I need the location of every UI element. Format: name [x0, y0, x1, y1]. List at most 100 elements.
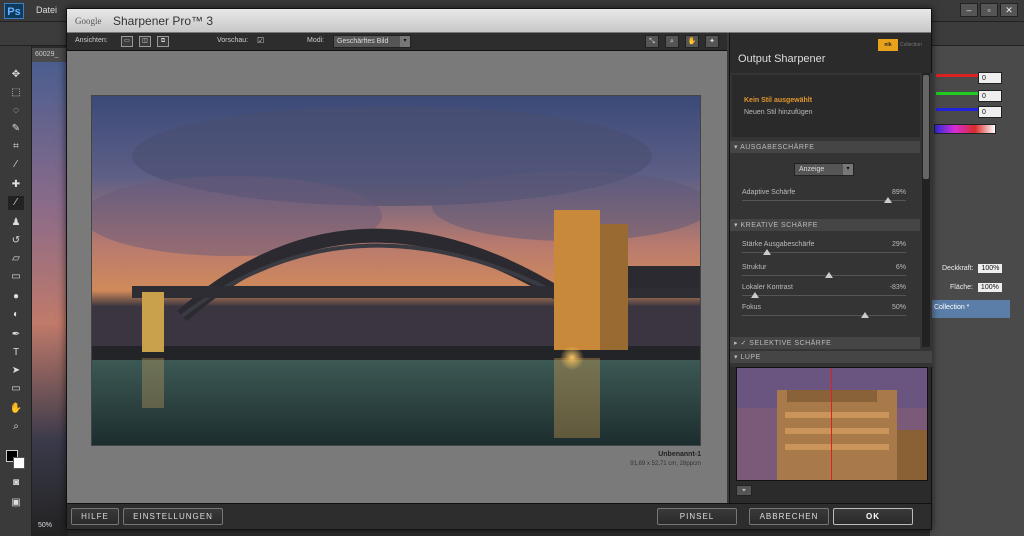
- slider-adaptive-sharpening[interactable]: Adaptive Schärfe 89%: [742, 189, 906, 209]
- gradient-tool-icon[interactable]: ▭: [8, 270, 24, 284]
- brightness-icon[interactable]: ✦: [705, 35, 719, 48]
- cancel-button[interactable]: ABBRECHEN: [749, 508, 829, 525]
- opacity-label: Deckkraft:: [942, 265, 974, 272]
- mode-label: Modi:: [307, 37, 325, 44]
- slider-focus[interactable]: Fokus 50%: [742, 304, 906, 324]
- slider-thumb[interactable]: [883, 197, 892, 203]
- healing-tool-icon[interactable]: ✚: [8, 178, 24, 192]
- marquee-tool-icon[interactable]: ⬚: [8, 86, 24, 100]
- settings-button[interactable]: EINSTELLUNGEN: [123, 508, 223, 525]
- slider-label: Fokus: [742, 304, 762, 311]
- zoom-level: 50%: [38, 522, 53, 529]
- shape-tool-icon[interactable]: ▭: [8, 382, 24, 396]
- section-loupe-label: LUPE: [740, 354, 761, 361]
- close-button[interactable]: ✕: [1000, 3, 1018, 17]
- single-view-icon[interactable]: ▭: [121, 36, 133, 47]
- dialog-title: Sharpener Pro™ 3: [113, 14, 214, 28]
- layer-row[interactable]: Collection *: [930, 300, 1010, 318]
- sharpener-dialog: Google Sharpener Pro™ 3 Ansichten: ▭ ◫ ⧉…: [66, 8, 932, 530]
- dodge-tool-icon[interactable]: ◐: [8, 308, 24, 322]
- split-view-icon[interactable]: ◫: [139, 36, 151, 47]
- red-value[interactable]: 0: [978, 72, 1002, 84]
- slider-thumb[interactable]: [824, 272, 833, 278]
- side-by-side-view-icon[interactable]: ⧉: [157, 36, 169, 47]
- color-ramp[interactable]: [934, 124, 996, 134]
- ok-button[interactable]: OK: [833, 508, 913, 525]
- section-output-sharpening[interactable]: ▾ AUSGABESCHÄRFE: [730, 141, 920, 153]
- slider-thumb[interactable]: [751, 292, 760, 298]
- image-size: 91,69 x 52,71 cm, 28ppcm: [630, 461, 701, 467]
- preview-label: Vorschau:: [217, 37, 249, 44]
- help-button[interactable]: HILFE: [71, 508, 119, 525]
- current-style[interactable]: Kein Stil ausgewählt: [744, 97, 812, 104]
- document-tab[interactable]: 60029_: [32, 48, 66, 62]
- pen-tool-icon[interactable]: ✒: [8, 328, 24, 342]
- panel-title: Output Sharpener: [738, 53, 826, 65]
- background-color-swatch[interactable]: [13, 457, 25, 469]
- slider-track[interactable]: [742, 295, 906, 296]
- loupe-pin-icon[interactable]: ⌖: [736, 485, 752, 496]
- minimize-button[interactable]: –: [960, 3, 978, 17]
- section-selective-sharpening[interactable]: ▸ ✓ SELEKTIVE SCHÄRFE: [730, 337, 920, 349]
- blur-tool-icon[interactable]: ●: [8, 290, 24, 304]
- eyedropper-tool-icon[interactable]: ⁄: [8, 158, 24, 172]
- preview-image[interactable]: [91, 95, 701, 446]
- brush-tool-icon[interactable]: ⁄: [8, 196, 24, 210]
- preview-area: Unbenannt-1 91,69 x 52,71 cm, 28ppcm: [67, 51, 727, 503]
- preview-checkbox[interactable]: ☑: [257, 36, 264, 45]
- output-sharpener-panel: nik Collection Output Sharpener Kein Sti…: [729, 33, 932, 503]
- loupe-view[interactable]: [736, 367, 928, 481]
- slider-track[interactable]: [742, 200, 906, 201]
- slider-thumb[interactable]: [762, 249, 771, 255]
- blue-value[interactable]: 0: [978, 106, 1002, 118]
- section-creative-label: KREATIVE SCHÄRFE: [740, 222, 818, 229]
- history-brush-tool-icon[interactable]: ↺: [8, 234, 24, 248]
- chevron-down-icon: ▾: [400, 36, 410, 47]
- crop-tool-icon[interactable]: ⌗: [8, 140, 24, 154]
- brush-button[interactable]: PINSEL: [657, 508, 737, 525]
- panel-scrollbar-thumb[interactable]: [923, 75, 929, 179]
- path-select-tool-icon[interactable]: ➤: [8, 364, 24, 378]
- photoshop-logo: Ps: [4, 3, 24, 19]
- type-tool-icon[interactable]: T: [8, 346, 24, 360]
- section-creative-sharpening[interactable]: ▾ KREATIVE SCHÄRFE: [730, 219, 920, 231]
- window-controls: – ▫ ✕: [960, 3, 1018, 17]
- quick-select-tool-icon[interactable]: ✎: [8, 122, 24, 136]
- slider-thumb[interactable]: [861, 312, 869, 318]
- zoom-tool-icon[interactable]: ⌕: [8, 420, 24, 434]
- hand-tool-icon[interactable]: ✋: [8, 402, 24, 416]
- screen-mode-icon[interactable]: ▣: [8, 496, 24, 510]
- panel-scroll-area[interactable]: Kein Stil ausgewählt Neuen Stil hinzufüg…: [730, 73, 932, 367]
- nik-collection-logo: nik Collection: [878, 39, 924, 51]
- opacity-value[interactable]: 100%: [978, 264, 1003, 273]
- green-value[interactable]: 0: [978, 90, 1002, 102]
- photoshop-canvas: [32, 62, 68, 536]
- slider-structure[interactable]: Struktur 6%: [742, 264, 906, 284]
- slider-label: Adaptive Schärfe: [742, 189, 796, 196]
- display-select[interactable]: Anzeige ▾: [794, 163, 854, 176]
- section-loupe[interactable]: ▾ LUPE: [730, 351, 932, 363]
- nik-logo-text: Collection: [900, 42, 922, 48]
- zoom-icon[interactable]: ⌕: [665, 35, 679, 48]
- views-label: Ansichten:: [75, 37, 108, 44]
- hand-icon[interactable]: ✋: [685, 35, 699, 48]
- slider-value: 29%: [891, 241, 906, 248]
- menu-datei[interactable]: Datei: [36, 5, 57, 15]
- slider-output-strength[interactable]: Stärke Ausgabeschärfe 29%: [742, 241, 906, 261]
- maximize-button[interactable]: ▫: [980, 3, 998, 17]
- eraser-tool-icon[interactable]: ▱: [8, 252, 24, 266]
- stamp-tool-icon[interactable]: ♟: [8, 216, 24, 230]
- slider-value: 6%: [895, 264, 906, 271]
- slider-value: 50%: [891, 304, 906, 311]
- fill-value[interactable]: 100%: [977, 283, 1002, 292]
- nik-logo-box: nik: [878, 39, 898, 51]
- move-tool-icon[interactable]: ✥: [8, 68, 24, 82]
- slider-local-contrast[interactable]: Lokaler Kontrast -83%: [742, 284, 906, 304]
- lasso-tool-icon[interactable]: ◌: [8, 104, 24, 118]
- chevron-down-icon: ▾: [843, 164, 853, 175]
- quick-mask-icon[interactable]: ◙: [8, 476, 24, 490]
- slider-track[interactable]: [742, 315, 906, 316]
- add-style-link[interactable]: Neuen Stil hinzufügen: [744, 109, 813, 116]
- zoom-fit-icon[interactable]: ⤡: [645, 35, 659, 48]
- mode-select[interactable]: Geschärftes Bild ▾: [333, 35, 411, 48]
